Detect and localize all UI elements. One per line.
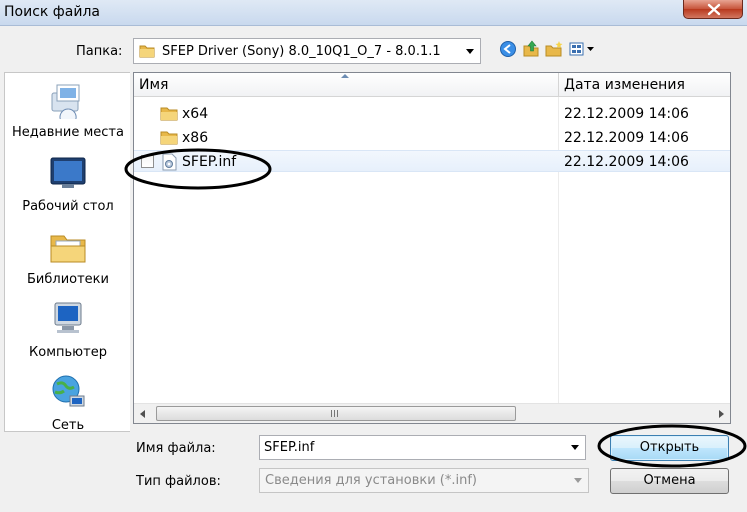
- place-label: Библиотеки: [27, 272, 109, 287]
- folder-icon: [160, 107, 178, 121]
- file-name: x64: [182, 106, 209, 122]
- places-bar: Недавние места Рабочий стол Библиотеки К…: [4, 72, 130, 433]
- up-folder-icon[interactable]: [522, 40, 540, 58]
- folder-icon: [139, 45, 155, 58]
- lookin-combo[interactable]: SFEP Driver (Sony) 8.0_10Q1_O_7 - 8.0.1.…: [133, 38, 481, 64]
- lookin-label: Папка:: [76, 44, 123, 59]
- scroll-right-icon[interactable]: [719, 410, 724, 418]
- filetype-value: Сведения для установки (*.inf): [265, 473, 478, 488]
- back-icon[interactable]: [499, 40, 517, 58]
- row-checkbox[interactable]: [141, 155, 154, 168]
- scroll-left-icon[interactable]: [140, 410, 145, 418]
- filename-combo[interactable]: [259, 435, 586, 460]
- filename-input[interactable]: [264, 439, 554, 456]
- window-title: Поиск файла: [4, 4, 100, 20]
- filename-label: Имя файла:: [136, 441, 216, 456]
- new-folder-icon[interactable]: [545, 40, 563, 58]
- libraries-icon: [50, 235, 86, 263]
- network-icon: [52, 375, 85, 407]
- column-header-date[interactable]: Дата изменения: [559, 73, 730, 97]
- list-item[interactable]: x86 22.12.2009 14:06: [134, 127, 730, 149]
- file-date: 22.12.2009 14:06: [564, 130, 689, 146]
- file-name: x86: [182, 130, 209, 146]
- filetype-label: Тип файлов:: [136, 474, 221, 489]
- file-name: SFEP.inf: [182, 154, 237, 170]
- place-label: Компьютер: [29, 345, 107, 360]
- desktop-icon: [50, 157, 86, 188]
- chevron-down-icon[interactable]: [574, 478, 582, 483]
- list-item[interactable]: x64 22.12.2009 14:06: [134, 103, 730, 125]
- file-date: 22.12.2009 14:06: [564, 154, 689, 170]
- chevron-down-icon[interactable]: [571, 445, 579, 450]
- lookin-value: SFEP Driver (Sony) 8.0_10Q1_O_7 - 8.0.1.…: [162, 44, 441, 59]
- file-list[interactable]: Имя Дата изменения x64 22.12.2009 14:06 …: [133, 72, 731, 424]
- place-label: Рабочий стол: [22, 199, 114, 214]
- column-header-name[interactable]: Имя: [134, 73, 558, 97]
- title-bar: Поиск файла: [0, 0, 747, 26]
- place-label: Недавние места: [12, 125, 124, 140]
- close-icon: [707, 3, 721, 16]
- grip-icon: [331, 410, 339, 417]
- cancel-button[interactable]: Отмена: [610, 468, 729, 494]
- list-item-selected[interactable]: SFEP.inf 22.12.2009 14:06: [134, 150, 730, 172]
- place-label: Сеть: [51, 418, 85, 433]
- recent-places-icon: [51, 84, 80, 119]
- computer-icon: [54, 302, 82, 333]
- file-date: 22.12.2009 14:06: [564, 106, 689, 122]
- file-list-header: Имя Дата изменения: [134, 73, 730, 97]
- view-menu-icon[interactable]: [569, 40, 597, 58]
- folder-icon: [160, 131, 178, 145]
- chevron-down-icon[interactable]: [466, 49, 474, 54]
- scrollbar-thumb[interactable]: [156, 406, 516, 421]
- horizontal-scrollbar[interactable]: [134, 403, 730, 423]
- filetype-combo[interactable]: Сведения для установки (*.inf): [259, 468, 589, 493]
- close-button[interactable]: [683, 0, 743, 19]
- open-button[interactable]: Открыть: [610, 435, 729, 461]
- settings-file-icon: [162, 153, 177, 171]
